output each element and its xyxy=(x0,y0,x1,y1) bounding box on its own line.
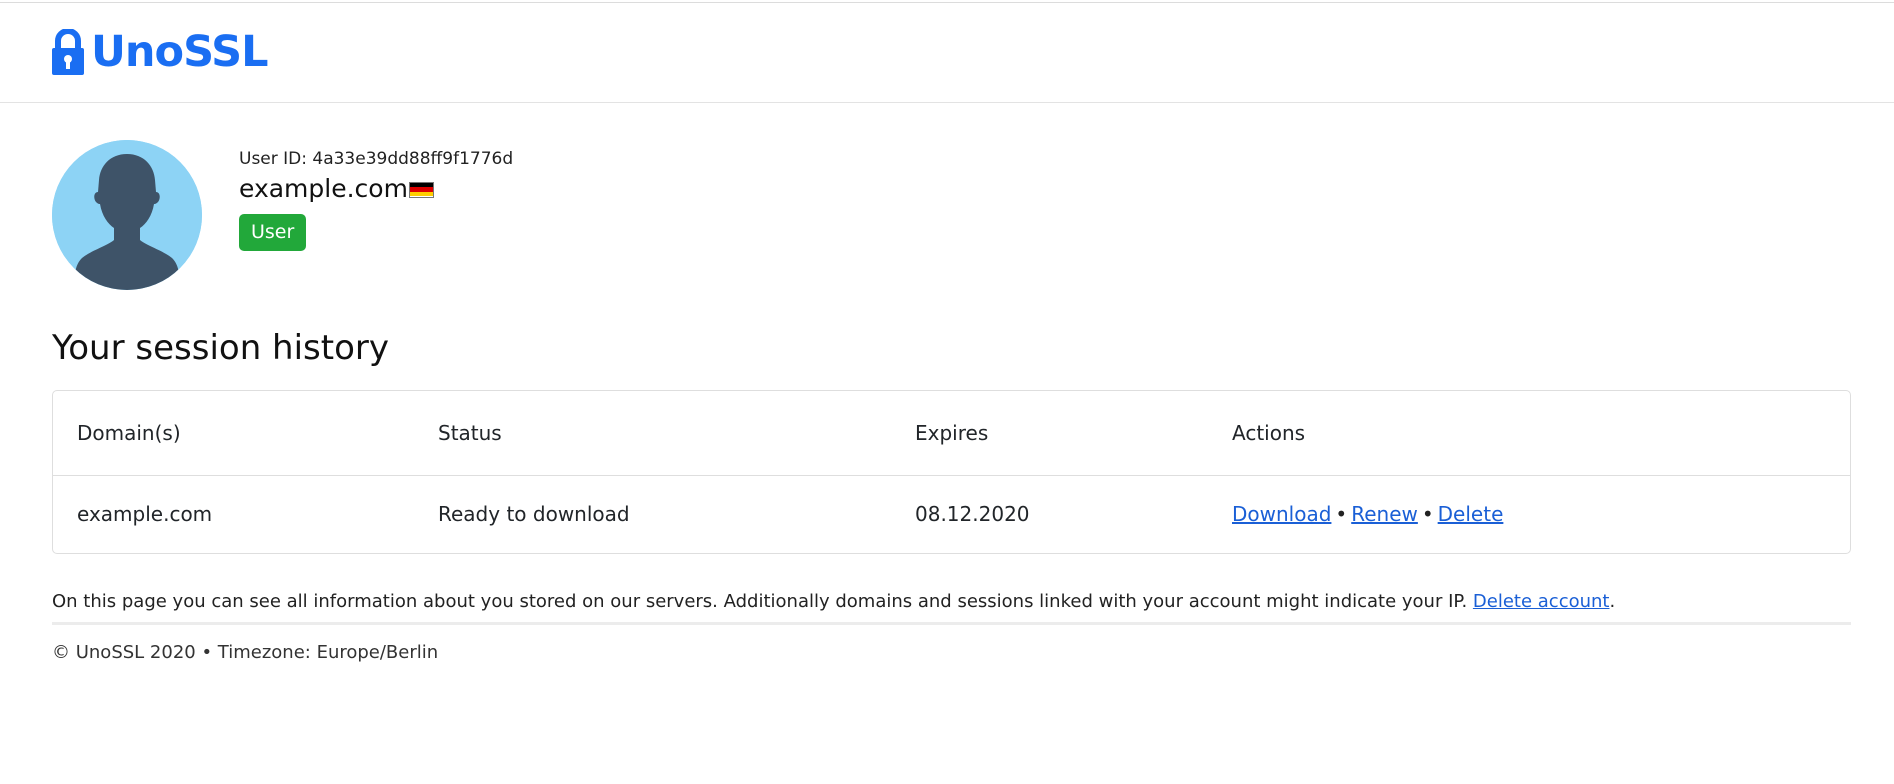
renew-link[interactable]: Renew xyxy=(1351,502,1418,526)
footer-text: © UnoSSL 2020 • Timezone: Europe/Berlin xyxy=(52,642,439,663)
padlock-icon xyxy=(52,28,84,75)
session-table: Domain(s) Status Expires Actions example… xyxy=(53,391,1850,553)
separator: • xyxy=(1421,502,1434,527)
site-footer: © UnoSSL 2020 • Timezone: Europe/Berlin xyxy=(52,642,1851,663)
delete-link[interactable]: Delete xyxy=(1438,502,1504,526)
cell-actions: Download • Renew • Delete xyxy=(1208,475,1850,553)
profile-domain-text: example.com xyxy=(239,174,408,203)
brand-name: UnoSSL xyxy=(91,27,268,77)
delete-account-link[interactable]: Delete account xyxy=(1473,591,1610,612)
column-header-expires: Expires xyxy=(915,420,989,445)
download-link[interactable]: Download xyxy=(1232,502,1331,526)
privacy-note-suffix: . xyxy=(1609,591,1616,612)
session-table-card: Domain(s) Status Expires Actions example… xyxy=(52,390,1851,554)
main-content: User ID: 4a33e39dd88ff9f1776d example.co… xyxy=(0,140,1894,663)
separator: • xyxy=(1335,502,1348,527)
privacy-note: On this page you can see all information… xyxy=(52,591,1851,625)
cell-expires: 08.12.2020 xyxy=(915,502,1030,527)
table-row: example.com Ready to download 08.12.2020… xyxy=(53,475,1850,553)
profile-section: User ID: 4a33e39dd88ff9f1776d example.co… xyxy=(52,140,1851,290)
column-header-domains: Domain(s) xyxy=(77,420,181,445)
profile-domain: example.com xyxy=(239,174,513,203)
brand-logo[interactable]: UnoSSL xyxy=(52,27,268,77)
privacy-note-text: On this page you can see all information… xyxy=(52,591,1468,612)
column-header-status: Status xyxy=(438,420,502,445)
profile-info: User ID: 4a33e39dd88ff9f1776d example.co… xyxy=(239,140,513,290)
role-badge: User xyxy=(239,214,307,251)
cell-domain: example.com xyxy=(77,502,213,527)
germany-flag-icon xyxy=(408,181,434,198)
table-header-row: Domain(s) Status Expires Actions xyxy=(53,391,1850,475)
user-silhouette-icon xyxy=(52,140,202,290)
cell-status: Ready to download xyxy=(438,502,630,527)
column-header-actions: Actions xyxy=(1232,420,1306,445)
site-header: UnoSSL xyxy=(0,3,1894,103)
user-id: User ID: 4a33e39dd88ff9f1776d xyxy=(239,149,514,169)
avatar xyxy=(52,140,202,290)
section-title: Your session history xyxy=(52,328,389,368)
